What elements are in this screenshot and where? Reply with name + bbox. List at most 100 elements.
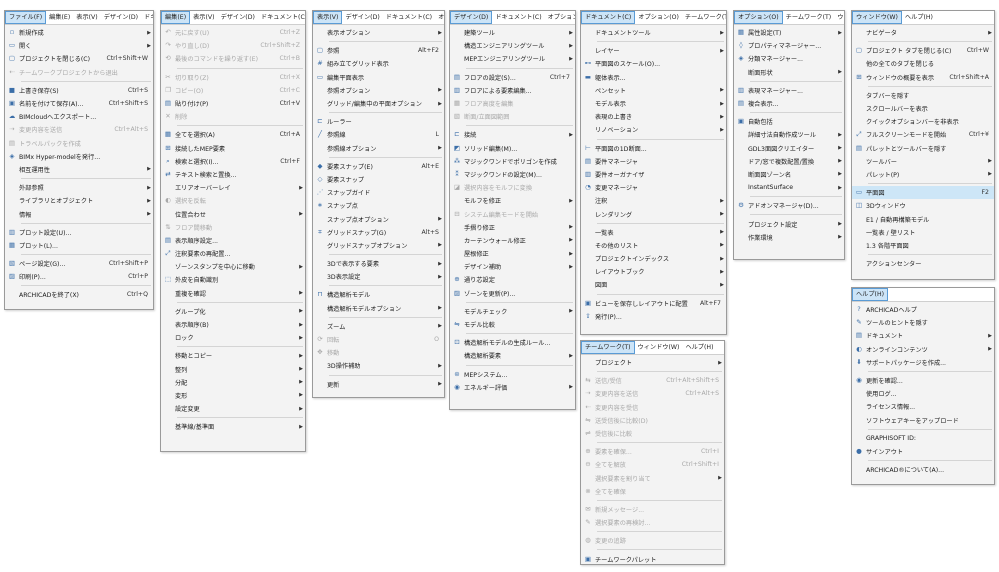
menu-item[interactable]: ▤ ドキュメント ▶ [852, 329, 994, 342]
menu-item[interactable]: 重複を確認 ▶ [161, 287, 305, 300]
menubar-item[interactable]: 表示(V) [313, 11, 343, 24]
menu-item[interactable]: ⊞ ウィンドウの概要を表示 Ctrl+Shift+A [852, 71, 994, 84]
menu-item[interactable]: タブバーを隠す [852, 89, 994, 102]
menubar-item[interactable]: デザイン(D) [101, 11, 141, 24]
menu-item[interactable]: ドア/窓で複数配置/置換 ▶ [734, 155, 844, 168]
menu-item[interactable]: モデルチェック ▶ [450, 305, 575, 318]
menu-item[interactable]: ▭ 編集平面表示 [313, 71, 444, 84]
menu-item[interactable]: ▥ フロアによる要素編集... [450, 84, 575, 97]
menu-item[interactable]: ▣ チームワークパレット [581, 552, 724, 564]
menu-item[interactable]: ▢ プロジェクト タブを閉じる(C) Ctrl+W [852, 44, 994, 57]
menu-item[interactable]: 断面図ゾーン名 ▶ [734, 168, 844, 181]
menu-item[interactable]: 詳細寸法自動作成ツール ▶ [734, 128, 844, 141]
menu-item[interactable]: 断面形状 ▶ [734, 66, 844, 79]
menu-item[interactable]: GDL3面図クリエイター ▶ [734, 142, 844, 155]
menu-item[interactable]: ゾーンスタンプを中心に移動 ▶ [161, 260, 305, 273]
menu-item[interactable]: ⬚ 外皮を自動識別 [161, 273, 305, 286]
menubar-item[interactable]: ドキュメント(C) [258, 11, 305, 24]
menu-item[interactable]: ▣ 名前を付けて保存(A)... Ctrl+Shift+S [5, 97, 153, 110]
menu-item[interactable]: 位置合わせ ▶ [161, 207, 305, 220]
menu-item[interactable]: 更新 ▶ [313, 378, 444, 391]
menubar-item[interactable]: ウィンド [834, 11, 844, 24]
menubar-item[interactable]: ドキュメント(C) [383, 11, 435, 24]
menubar-item[interactable]: チームワーク(T) [682, 11, 726, 24]
menu-item[interactable]: ⊞ 接続したMEP要素 [161, 142, 305, 155]
menu-item[interactable]: E1 / 自動再構築モデル [852, 212, 994, 225]
menu-item[interactable]: ▤ 要件マネージャ [581, 155, 726, 168]
menu-item[interactable]: 表示オプション ▶ [313, 26, 444, 39]
menu-item[interactable]: ▦ プロット(L)... [5, 239, 153, 252]
menu-item[interactable]: 構造エンジニアリングツール ▶ [450, 39, 575, 52]
menu-item[interactable]: 表現の上書き ▶ [581, 110, 726, 123]
menu-item[interactable]: ◈ 分類マネージャー... [734, 52, 844, 65]
menu-item[interactable]: スナップ点オプション ▶ [313, 212, 444, 225]
menu-item[interactable]: グリッド/編集中の平面オプション ▶ [313, 97, 444, 110]
menubar-item[interactable]: デザイン(D) [450, 11, 493, 24]
menu-item[interactable]: 3D操作補助 ▶ [313, 359, 444, 372]
menubar-item[interactable]: デザイン(D) [342, 11, 382, 24]
menu-item[interactable]: 変形 ▶ [161, 389, 305, 402]
menu-item[interactable]: ▢ 参照 Alt+F2 [313, 44, 444, 57]
menu-item[interactable]: ✎ ツールのヒントを隠す [852, 316, 994, 329]
menu-item[interactable]: ⤢ フルスクリーンモードを開始 Ctrl+¥ [852, 128, 994, 141]
menu-item[interactable]: 外部参照 ▶ [5, 181, 153, 194]
menu-item[interactable]: ▣ 自動包括 [734, 115, 844, 128]
menubar-item[interactable]: ドキュメント(C) [492, 11, 544, 24]
menu-item[interactable]: ▬ 躯体表示... [581, 71, 726, 84]
menu-item[interactable]: ◉ 更新を確認... [852, 374, 994, 387]
menu-item[interactable]: ライセンス情報... [852, 400, 994, 413]
menu-item[interactable]: ◆ 要素スナップ(E) Alt+E [313, 160, 444, 173]
menu-item[interactable]: ⇋ モデル比較 [450, 318, 575, 331]
menu-item[interactable]: ⚙ アドオンマネージャ(D)... [734, 199, 844, 212]
menu-item[interactable]: ◔ 変更マネージャ [581, 181, 726, 194]
menubar-item[interactable]: ウィンドウ(W) [635, 341, 683, 354]
menu-item[interactable]: 他の全てのタブを閉じる [852, 57, 994, 70]
menu-item[interactable]: ⊷ 平面図のスケール(O)... [581, 57, 726, 70]
menu-item[interactable]: 表示順序(B) ▶ [161, 318, 305, 331]
menu-item[interactable]: プロジェクトインデックス ▶ [581, 252, 726, 265]
menu-item[interactable]: ▤ フロアの設定(S)... Ctrl+7 [450, 71, 575, 84]
menu-item[interactable]: ⊏ ルーラー [313, 115, 444, 128]
menu-item[interactable]: 構造解析モデルオプション ▶ [313, 302, 444, 315]
menu-item[interactable]: ▥ 要件オーガナイザ [581, 168, 726, 181]
menu-item[interactable]: ◫ 3Dウィンドウ [852, 199, 994, 212]
menu-item[interactable]: 参照線オプション ▶ [313, 142, 444, 155]
menu-item[interactable]: ▧ ページ設定(G)... Ctrl+Shift+P [5, 257, 153, 270]
menu-item[interactable]: ナビゲータ ▶ [852, 26, 994, 39]
menu-item[interactable]: 一覧表 ▶ [581, 226, 726, 239]
menu-item[interactable]: 3D表示設定 ▶ [313, 270, 444, 283]
menu-item[interactable]: ⊕ 通り芯設定 [450, 273, 575, 286]
menubar-item[interactable]: ウィンドウ(W) [852, 11, 902, 24]
menu-item[interactable]: ╱ 参照線 L [313, 128, 444, 141]
menu-item[interactable]: ▨ ゾーンを更新(P)... [450, 287, 575, 300]
menu-item[interactable]: プロジェクト設定 ▶ [734, 217, 844, 230]
menu-item[interactable]: GRAPHISOFT ID: [852, 432, 994, 445]
menubar-item[interactable]: オプション(O) [734, 11, 783, 24]
menu-item[interactable]: 参照オプション ▶ [313, 84, 444, 97]
menu-item[interactable]: ◈ BIMx Hyper-modelを発行... [5, 150, 153, 163]
menu-item[interactable]: 手摺り修正 ▶ [450, 221, 575, 234]
menu-item[interactable]: カーテンウォール修正 ▶ [450, 234, 575, 247]
menu-item[interactable]: リノベーション ▶ [581, 123, 726, 136]
menu-item[interactable]: 1.3 各階平面図 [852, 239, 994, 252]
menu-item[interactable]: ▤ 複合表示... [734, 97, 844, 110]
menubar-item[interactable]: ファイル(F) [5, 11, 47, 24]
menu-item[interactable]: ▭ 平面図 F2 [852, 186, 994, 200]
menubar-item[interactable]: オプション(O) [545, 11, 575, 24]
menu-item[interactable]: # 組み立てグリッド表示 [313, 57, 444, 70]
menu-item[interactable]: ⤢ 注釈要素の再配置... [161, 247, 305, 260]
menu-item[interactable]: プロジェクト ▶ [581, 356, 724, 369]
menu-item[interactable]: ⌗ グリッドスナップ(G) Alt+S [313, 226, 444, 239]
menu-item[interactable]: 相互運用性 ▶ [5, 163, 153, 176]
menu-item[interactable]: ◐ オンラインコンテンツ ▶ [852, 343, 994, 356]
menu-item[interactable]: ▭ 開く ▶ [5, 39, 153, 52]
menu-item[interactable]: ソフトウェアキーをアップロード [852, 414, 994, 427]
menu-item[interactable]: ☁ BIMcloudへエクスポート... [5, 110, 153, 123]
menu-item[interactable]: 屋根修正 ▶ [450, 247, 575, 260]
menu-item[interactable]: 一覧表 / 壁リスト [852, 226, 994, 239]
menu-item[interactable]: ◇ 要素スナップ [313, 173, 444, 186]
menu-item[interactable]: 3Dで表示する要素 ▶ [313, 257, 444, 270]
menubar-item[interactable]: ヘルプ(H) [902, 11, 936, 24]
menu-item[interactable]: 注釈 ▶ [581, 194, 726, 207]
menu-item[interactable]: 整列 ▶ [161, 363, 305, 376]
